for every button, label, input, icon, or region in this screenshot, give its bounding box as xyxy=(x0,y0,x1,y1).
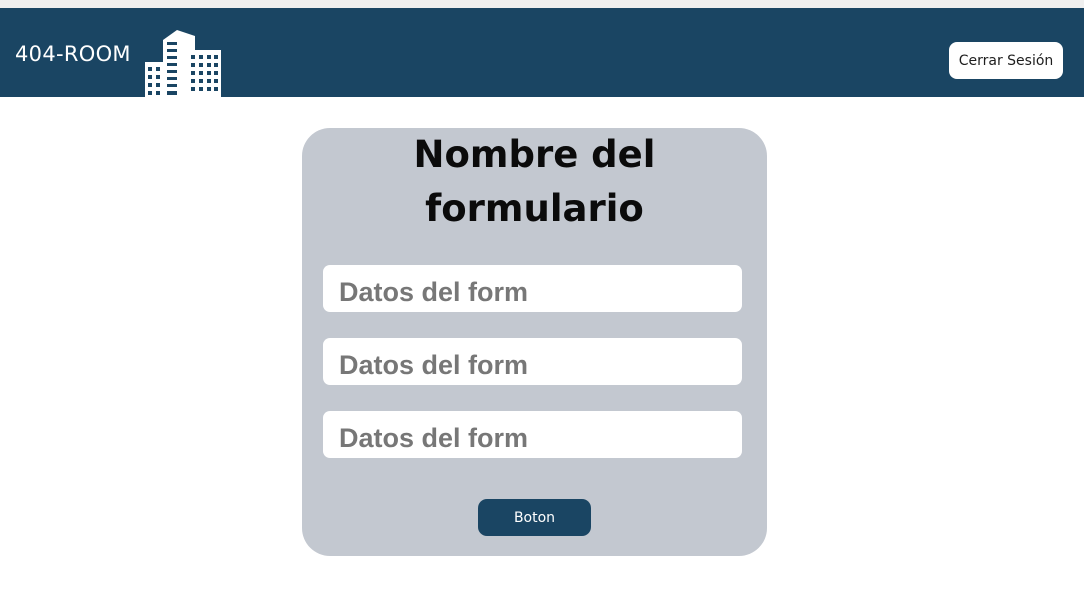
form-field-3[interactable] xyxy=(323,411,742,458)
buildings-icon xyxy=(139,30,227,101)
form-card: Nombre del formulario Boton xyxy=(302,128,767,556)
navbar: 404-ROOM Cerrar Sesión xyxy=(0,8,1084,101)
form-title: Nombre del formulario xyxy=(413,133,656,230)
top-strip xyxy=(0,0,1084,8)
submit-button[interactable]: Boton xyxy=(478,499,591,536)
form-field-1[interactable] xyxy=(323,265,742,312)
logout-button[interactable]: Cerrar Sesión xyxy=(949,42,1063,79)
form-field-2[interactable] xyxy=(323,338,742,385)
brand-name: 404-ROOM xyxy=(15,42,131,66)
